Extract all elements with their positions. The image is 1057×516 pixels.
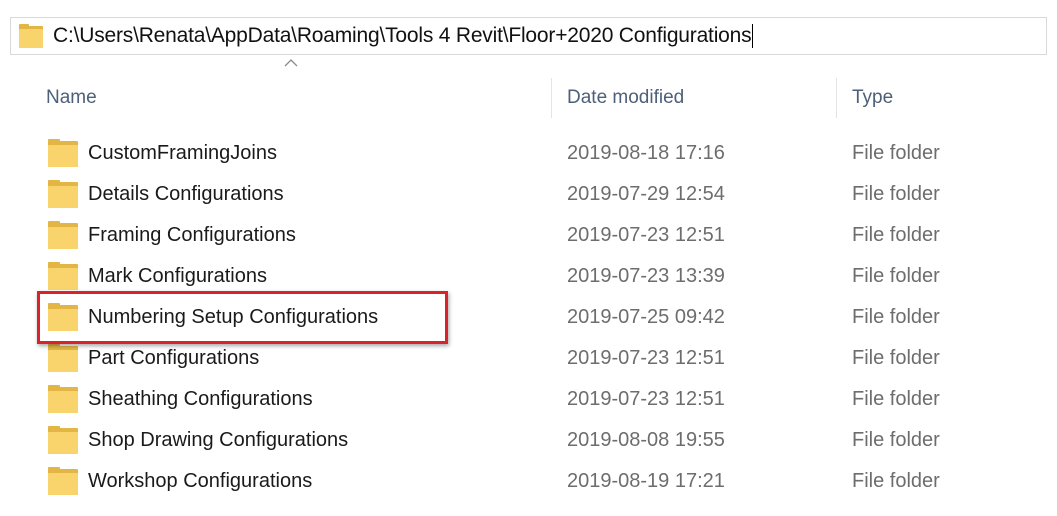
column-divider[interactable] <box>836 78 837 118</box>
list-item[interactable]: Mark Configurations 2019-07-23 13:39 Fil… <box>0 256 1057 297</box>
folder-icon <box>48 262 78 290</box>
item-name: Sheathing Configurations <box>88 388 313 410</box>
list-item[interactable]: Part Configurations 2019-07-23 12:51 Fil… <box>0 338 1057 379</box>
folder-icon <box>48 303 78 331</box>
list-item[interactable]: Details Configurations 2019-07-29 12:54 … <box>0 174 1057 215</box>
item-name: Workshop Configurations <box>88 470 313 492</box>
item-name: CustomFramingJoins <box>88 142 277 164</box>
folder-icon <box>48 221 78 249</box>
list-item[interactable]: Shop Drawing Configurations 2019-08-08 1… <box>0 420 1057 461</box>
item-type: File folder <box>852 470 940 492</box>
folder-icon <box>48 139 78 167</box>
file-list: CustomFramingJoins 2019-08-18 17:16 File… <box>0 133 1057 502</box>
folder-icon <box>48 467 78 495</box>
list-item[interactable]: Sheathing Configurations 2019-07-23 12:5… <box>0 379 1057 420</box>
folder-icon <box>48 426 78 454</box>
folder-icon <box>48 385 78 413</box>
column-header-row: Name Date modified Type <box>0 78 1057 118</box>
item-name: Mark Configurations <box>88 265 267 287</box>
folder-icon <box>19 24 43 48</box>
item-type: File folder <box>852 306 940 328</box>
item-date-modified: 2019-07-29 12:54 <box>567 183 725 205</box>
list-item[interactable]: Numbering Setup Configurations 2019-07-2… <box>0 297 1057 338</box>
item-date-modified: 2019-07-23 12:51 <box>567 388 725 410</box>
item-name: Details Configurations <box>88 183 284 205</box>
list-item[interactable]: Workshop Configurations 2019-08-19 17:21… <box>0 461 1057 502</box>
item-date-modified: 2019-07-25 09:42 <box>567 306 725 328</box>
item-name: Shop Drawing Configurations <box>88 429 349 451</box>
item-type: File folder <box>852 429 940 451</box>
list-item[interactable]: Framing Configurations 2019-07-23 12:51 … <box>0 215 1057 256</box>
folder-icon <box>48 344 78 372</box>
item-date-modified: 2019-07-23 12:51 <box>567 224 725 246</box>
item-date-modified: 2019-08-08 19:55 <box>567 429 725 451</box>
item-type: File folder <box>852 388 940 410</box>
address-bar[interactable]: C:\Users\Renata\AppData\Roaming\Tools 4 … <box>10 17 1047 55</box>
column-header-name[interactable]: Name <box>46 78 97 118</box>
address-path[interactable]: C:\Users\Renata\AppData\Roaming\Tools 4 … <box>53 23 754 49</box>
item-type: File folder <box>852 347 940 369</box>
text-caret <box>752 24 754 49</box>
item-date-modified: 2019-07-23 13:39 <box>567 265 725 287</box>
item-name: Part Configurations <box>88 347 260 369</box>
item-date-modified: 2019-08-18 17:16 <box>567 142 725 164</box>
sort-up-chevron-icon <box>284 59 298 67</box>
item-name: Numbering Setup Configurations <box>88 306 379 328</box>
list-item[interactable]: CustomFramingJoins 2019-08-18 17:16 File… <box>0 133 1057 174</box>
item-type: File folder <box>852 183 940 205</box>
folder-icon <box>48 180 78 208</box>
item-type: File folder <box>852 265 940 287</box>
item-name: Framing Configurations <box>88 224 296 246</box>
item-date-modified: 2019-08-19 17:21 <box>567 470 725 492</box>
column-header-date-modified[interactable]: Date modified <box>567 78 684 118</box>
item-date-modified: 2019-07-23 12:51 <box>567 347 725 369</box>
item-type: File folder <box>852 224 940 246</box>
address-path-text: C:\Users\Renata\AppData\Roaming\Tools 4 … <box>53 23 752 47</box>
column-divider[interactable] <box>551 78 552 118</box>
column-header-type[interactable]: Type <box>852 78 893 118</box>
item-type: File folder <box>852 142 940 164</box>
